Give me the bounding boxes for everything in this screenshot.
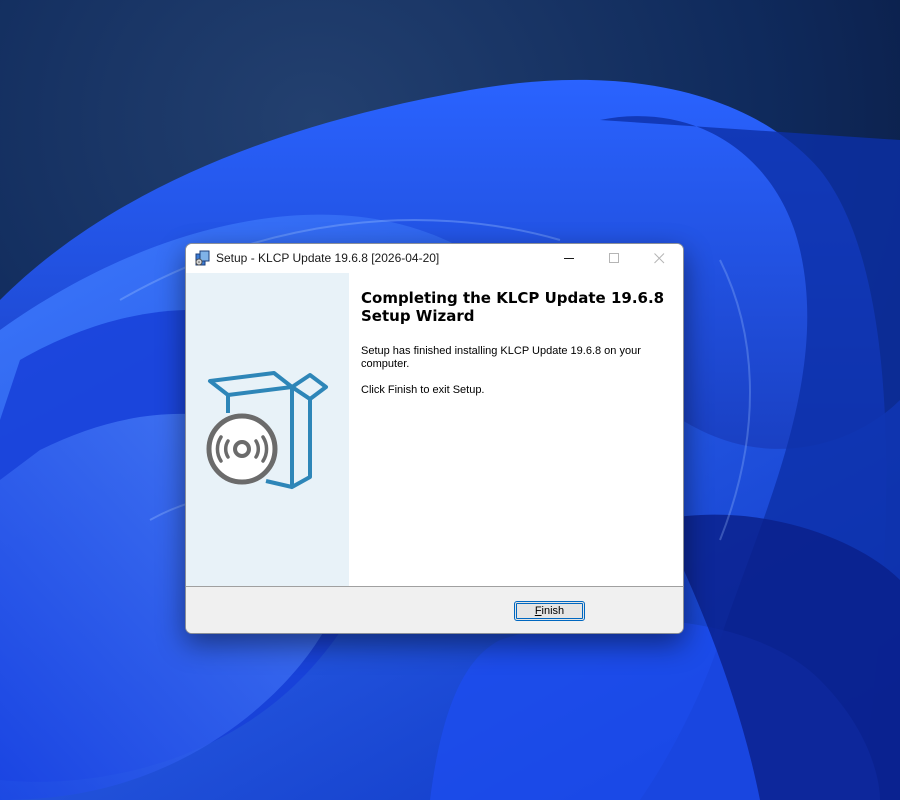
close-button[interactable] bbox=[637, 244, 682, 273]
close-icon bbox=[654, 253, 665, 264]
setup-window: Setup - KLCP Update 19.6.8 [2026-04-20] bbox=[185, 243, 684, 634]
finish-accel-key: F bbox=[534, 605, 542, 617]
minimize-icon bbox=[564, 258, 574, 259]
wizard-sidebar bbox=[186, 273, 349, 586]
title-bar[interactable]: Setup - KLCP Update 19.6.8 [2026-04-20] bbox=[186, 244, 683, 273]
window-title: Setup - KLCP Update 19.6.8 [2026-04-20] bbox=[216, 251, 440, 265]
box-with-disc-icon bbox=[206, 371, 328, 489]
maximize-button bbox=[592, 244, 637, 273]
exit-instruction: Click Finish to exit Setup. bbox=[361, 384, 485, 396]
finish-label-rest: inish bbox=[541, 605, 565, 617]
wizard-footer: Finish bbox=[186, 587, 683, 633]
maximize-icon bbox=[609, 253, 619, 263]
minimize-button[interactable] bbox=[547, 244, 592, 273]
installer-icon bbox=[195, 250, 210, 266]
page-title: Completing the KLCP Update 19.6.8 Setup … bbox=[361, 289, 665, 325]
completion-message: Setup has finished installing KLCP Updat… bbox=[361, 345, 641, 370]
wizard-content: Completing the KLCP Update 19.6.8 Setup … bbox=[349, 273, 683, 586]
finish-button[interactable]: Finish bbox=[514, 601, 585, 621]
